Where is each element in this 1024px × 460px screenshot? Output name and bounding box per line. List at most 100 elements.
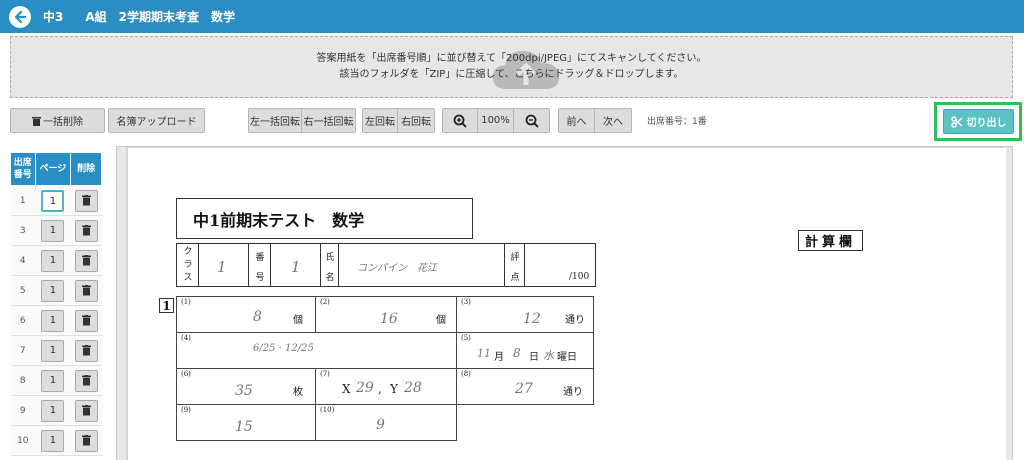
trash-icon [81, 314, 91, 325]
upload-instruction-1: 答案用紙を「出席番号順」に並び替えて「200dpi/JPEG」にてスキャンしてく… [316, 53, 707, 64]
rotate-group: 左回転 右回転 [362, 108, 435, 133]
header-attendance-no: 出席 番号 [10, 152, 36, 186]
page-input[interactable]: 1 [41, 249, 65, 272]
header-page: ページ [34, 152, 72, 186]
table-row[interactable]: 81 [10, 365, 102, 396]
answer-cell-9: (9) 15 [176, 404, 316, 441]
table-row[interactable]: 31 [10, 215, 102, 246]
header-course: 中3 [43, 10, 64, 24]
answer-cell-4: (4) 6/25 · 12/25 [176, 332, 457, 369]
attendance-number-label: 出席番号：1番 [647, 117, 707, 127]
trash-icon [81, 404, 91, 415]
rotate-left-button[interactable]: 左回転 [362, 108, 398, 133]
answer-sheet-viewer[interactable]: 中1前期末テスト 数学 計算欄 クラス 1 番号 1 氏名 コンパイン 花江 評… [116, 146, 1013, 460]
rotate-all-left-button[interactable]: 左一括回転 [248, 108, 302, 133]
row-delete-button[interactable] [74, 369, 98, 392]
row-delete-button[interactable] [74, 279, 98, 302]
zoom-out-icon [525, 114, 539, 128]
row-delete-button[interactable] [74, 249, 98, 272]
upload-instruction-2: 該当のフォルダを「ZIP」に圧縮して、こちらにドラッグ＆ドロップします。 [339, 69, 684, 80]
row-delete-button[interactable] [74, 309, 98, 332]
answer-cell-1: (1) 8 個 [176, 296, 316, 333]
row-attendance-no: 6 [10, 305, 36, 336]
page-input[interactable]: 1 [41, 369, 65, 392]
question-number: 1 [159, 298, 174, 313]
bulk-delete-button[interactable]: 一括削除 [10, 108, 105, 133]
table-row[interactable]: 51 [10, 275, 102, 306]
header-delete: 削除 [70, 152, 102, 186]
row-attendance-no: 3 [10, 215, 36, 246]
row-attendance-no: 10 [10, 425, 36, 456]
trash-icon [32, 116, 41, 126]
answer-sheet: 中1前期末テスト 数学 計算欄 クラス 1 番号 1 氏名 コンパイン 花江 評… [128, 148, 1006, 460]
trash-icon [81, 284, 91, 295]
table-row[interactable]: 41 [10, 245, 102, 276]
row-attendance-no: 5 [10, 275, 36, 306]
row-delete-button[interactable] [74, 219, 98, 242]
page-input[interactable]: 1 [41, 429, 65, 452]
rotate-right-button[interactable]: 右回転 [398, 108, 435, 133]
app-header: 中3 A組 2学期期末考査 数学 [0, 0, 1024, 33]
trash-icon [81, 434, 91, 445]
answer-cell-6: (6) 35 枚 [176, 368, 316, 405]
class-label: クラス [183, 247, 193, 283]
trash-icon [81, 224, 91, 235]
number-value: 1 [291, 258, 301, 276]
table-row[interactable]: 10 1 [10, 425, 102, 456]
row-attendance-no: 8 [10, 365, 36, 396]
score-max: /100 [569, 272, 590, 282]
student-list-table: 出席 番号 ページ 削除 1 1 3 1 4 1 5 1 6 1 7 1 8 1 9 1 10 1 [10, 152, 102, 456]
zoom-out-button[interactable] [514, 108, 550, 133]
table-row[interactable]: 11 [10, 185, 102, 216]
trash-icon [81, 374, 91, 385]
rotate-all-right-button[interactable]: 右一括回転 [302, 108, 356, 133]
class-value: 1 [217, 258, 227, 276]
answer-cell-3: (3) 12 通り [456, 296, 594, 333]
pagination-group: 前へ 次へ [558, 108, 632, 133]
name-label: 氏名 [325, 253, 335, 283]
page-input[interactable]: 1 [41, 189, 65, 212]
cut-out-button[interactable]: 切り出し [943, 109, 1014, 134]
row-delete-button[interactable] [74, 399, 98, 422]
bulk-rotate-group: 左一括回転 右一括回転 [248, 108, 356, 133]
row-attendance-no: 1 [10, 185, 36, 216]
name-value: コンパイン 花江 [357, 263, 437, 274]
zoom-group: 100% [442, 108, 550, 133]
table-header-row: 出席 番号 ページ 削除 [10, 152, 102, 186]
score-label: 評点 [510, 253, 520, 283]
row-attendance-no: 4 [10, 245, 36, 276]
left-scrollbar[interactable] [117, 147, 126, 460]
sheet-title: 中1前期末テスト 数学 [176, 198, 473, 239]
roster-upload-button[interactable]: 名簿アップロード [108, 108, 205, 133]
page-input[interactable]: 1 [41, 219, 65, 242]
next-button[interactable]: 次へ [595, 108, 632, 133]
header-class: A組 [85, 10, 107, 24]
row-attendance-no: 9 [10, 395, 36, 426]
page-input[interactable]: 1 [41, 309, 65, 332]
prev-button[interactable]: 前へ [558, 108, 595, 133]
page-input[interactable]: 1 [41, 399, 65, 422]
trash-icon [81, 344, 91, 355]
scissors-icon [950, 115, 962, 128]
row-delete-button[interactable] [74, 189, 98, 212]
zoom-in-button[interactable] [442, 108, 478, 133]
arrow-left-icon [14, 10, 27, 23]
row-delete-button[interactable] [74, 339, 98, 362]
answer-cell-2: (2) 16 個 [315, 296, 457, 333]
upload-dropzone[interactable]: 答案用紙を「出席番号順」に並び替えて「200dpi/JPEG」にてスキャンしてく… [10, 36, 1013, 98]
row-delete-button[interactable] [74, 429, 98, 452]
page-input[interactable]: 1 [41, 279, 65, 302]
page-input[interactable]: 1 [41, 339, 65, 362]
trash-icon [81, 254, 91, 265]
zoom-level: 100% [478, 108, 514, 133]
trash-icon [81, 194, 91, 205]
back-button[interactable] [9, 5, 31, 28]
answer-cell-10: (10) 9 [315, 404, 457, 441]
table-row[interactable]: 91 [10, 395, 102, 426]
table-row[interactable]: 61 [10, 305, 102, 336]
answer-cell-5: (5) 11 月 8 日 水 曜日 [456, 332, 594, 369]
zoom-in-icon [453, 114, 467, 128]
row-attendance-no: 7 [10, 335, 36, 366]
table-row[interactable]: 71 [10, 335, 102, 366]
answer-cell-7: (7) X 29 , Y 28 [315, 368, 457, 405]
